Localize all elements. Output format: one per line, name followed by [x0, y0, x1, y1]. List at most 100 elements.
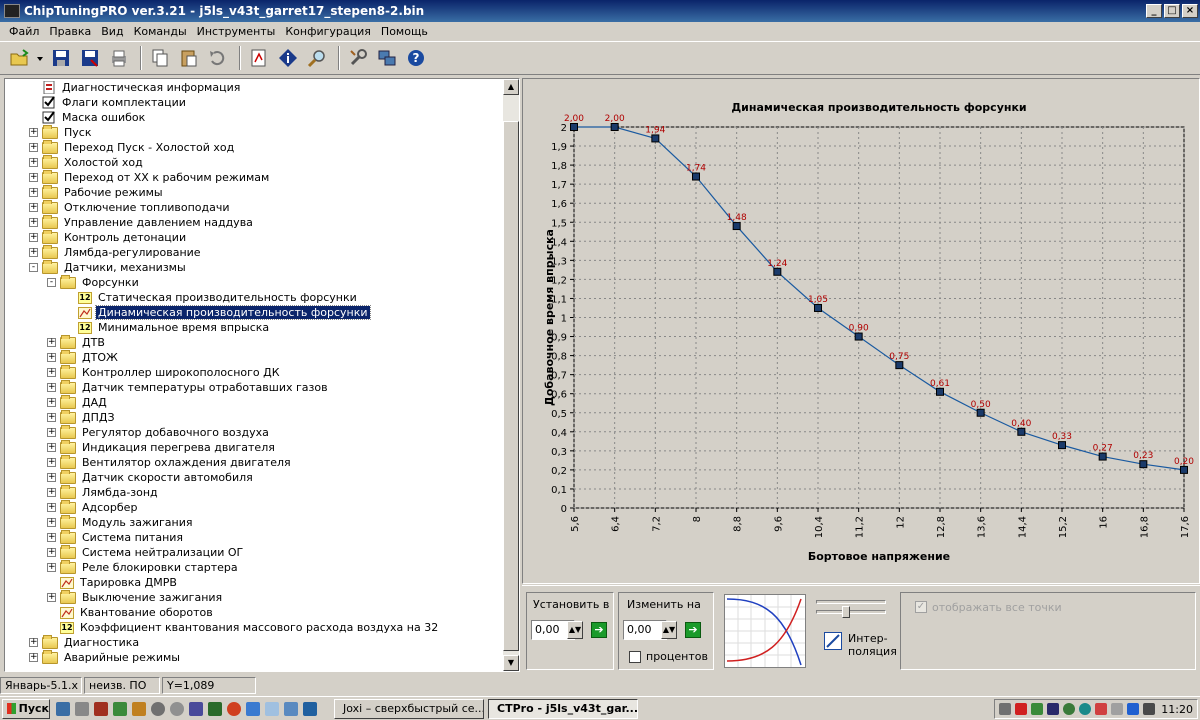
- paste-icon[interactable]: [176, 45, 202, 71]
- expand-icon[interactable]: +: [29, 158, 38, 167]
- start-button[interactable]: Пуск: [2, 698, 50, 719]
- app-icon[interactable]: [94, 701, 108, 716]
- interpolation-icon[interactable]: [824, 632, 842, 650]
- expand-icon[interactable]: +: [47, 473, 56, 482]
- help-icon[interactable]: ?: [403, 45, 429, 71]
- tray-icon[interactable]: [1047, 703, 1060, 715]
- tree-node[interactable]: + ДПДЗ: [47, 409, 117, 425]
- save-as-icon[interactable]: [77, 45, 103, 71]
- tree-node[interactable]: + ДАД: [47, 394, 109, 410]
- percent-checkbox[interactable]: [629, 651, 641, 663]
- tree-node[interactable]: + Контроллер широкополосного ДК: [47, 364, 282, 380]
- expand-icon[interactable]: +: [47, 548, 56, 557]
- expand-icon[interactable]: +: [47, 458, 56, 467]
- tree-node[interactable]: + Управление давлением наддува: [29, 214, 255, 230]
- tree-node[interactable]: + Система нейтрализации ОГ: [47, 544, 245, 560]
- menu-file[interactable]: Файл: [4, 25, 44, 38]
- smoothing-sliders[interactable]: [816, 596, 890, 626]
- tree-node[interactable]: 12 Минимальное время впрыска: [65, 320, 271, 335]
- copy-icon[interactable]: [147, 45, 173, 71]
- expand-icon[interactable]: +: [47, 413, 56, 422]
- tree-node[interactable]: + Датчик температуры отработавших газов: [47, 379, 330, 395]
- tray-icon[interactable]: [1079, 703, 1092, 715]
- search-icon[interactable]: [304, 45, 330, 71]
- slider-track[interactable]: [816, 600, 886, 604]
- expand-icon[interactable]: +: [29, 143, 38, 152]
- menu-commands[interactable]: Команды: [129, 25, 192, 38]
- expand-icon[interactable]: +: [29, 653, 38, 662]
- app-icon[interactable]: [113, 701, 127, 716]
- app-icon[interactable]: [284, 701, 298, 716]
- menu-help[interactable]: Помощь: [376, 25, 433, 38]
- tree-node[interactable]: + Рабочие режимы: [29, 184, 165, 200]
- explorer-icon[interactable]: [75, 701, 89, 716]
- scroll-up-button[interactable]: ▲: [503, 79, 519, 95]
- tree-node[interactable]: Квантование оборотов: [47, 605, 215, 620]
- tree-node[interactable]: + ДТОЖ: [47, 349, 120, 365]
- info-icon[interactable]: [275, 45, 301, 71]
- expand-icon[interactable]: +: [29, 203, 38, 212]
- tree-node[interactable]: - Датчики, механизмы: [29, 259, 188, 275]
- tree-node[interactable]: 12 Коэффициент квантования массового расх…: [47, 620, 440, 635]
- save-icon[interactable]: [48, 45, 74, 71]
- tree-node[interactable]: + Регулятор добавочного воздуха: [47, 424, 271, 440]
- network-icon[interactable]: [1143, 703, 1156, 715]
- set-value-apply-button[interactable]: ➔: [591, 622, 607, 638]
- tray-icon[interactable]: [1031, 703, 1044, 715]
- tree-node[interactable]: + Холостой ход: [29, 154, 145, 170]
- tree-node[interactable]: + Реле блокировки стартера: [47, 559, 240, 575]
- collapse-icon[interactable]: -: [29, 263, 38, 272]
- app-icon[interactable]: [208, 701, 222, 716]
- expand-icon[interactable]: +: [47, 563, 56, 572]
- tree-node[interactable]: + Система питания: [47, 529, 185, 545]
- tree-node[interactable]: 12 Статическая производительность форсунк…: [65, 290, 359, 305]
- tray-icon[interactable]: [1063, 703, 1076, 715]
- browser-icon[interactable]: [227, 701, 241, 716]
- app-icon[interactable]: [303, 701, 317, 716]
- app-icon[interactable]: [132, 701, 146, 716]
- tree-node[interactable]: + Аварийные режимы: [29, 649, 182, 665]
- expand-icon[interactable]: +: [29, 188, 38, 197]
- app-icon[interactable]: [265, 701, 279, 716]
- tree-node[interactable]: + Отключение топливоподачи: [29, 199, 232, 215]
- change-value-apply-button[interactable]: ➔: [685, 622, 701, 638]
- volume-icon[interactable]: [1111, 703, 1124, 715]
- taskbar-ctpro[interactable]: CTPro - j5ls_v43t_gar...: [488, 698, 638, 719]
- expand-icon[interactable]: +: [29, 248, 38, 257]
- minimize-button[interactable]: _: [1146, 4, 1162, 18]
- expand-icon[interactable]: +: [47, 398, 56, 407]
- slider-track[interactable]: [816, 610, 886, 614]
- close-button[interactable]: ×: [1182, 4, 1198, 18]
- menu-tools[interactable]: Инструменты: [192, 25, 281, 38]
- maximize-button[interactable]: □: [1164, 4, 1180, 18]
- tree-node[interactable]: Флаги комплектации: [29, 95, 188, 110]
- taskbar-joxi[interactable]: Joxi – сверхбыстрый се...: [334, 698, 484, 719]
- expand-icon[interactable]: +: [47, 338, 56, 347]
- tree-node[interactable]: + Адсорбер: [47, 499, 139, 515]
- tree-node[interactable]: + Вентилятор охлаждения двигателя: [47, 454, 293, 470]
- open-icon[interactable]: [6, 45, 32, 71]
- tree-node[interactable]: Динамическая производительность форсунки: [65, 305, 371, 320]
- tree-node[interactable]: + Модуль зажигания: [47, 514, 194, 530]
- chart-svg[interactable]: 00,10,20,30,40,50,60,70,80,911,11,21,31,…: [523, 79, 1199, 583]
- app-icon[interactable]: [151, 701, 165, 716]
- tree-node[interactable]: + Диагностика: [29, 634, 141, 650]
- expand-icon[interactable]: +: [47, 443, 56, 452]
- expand-icon[interactable]: +: [47, 428, 56, 437]
- change-value-spinner[interactable]: ▲▼: [661, 621, 677, 639]
- settings-icon[interactable]: [170, 701, 184, 716]
- tray-icon[interactable]: [1015, 703, 1028, 715]
- set-value-spinner[interactable]: ▲▼: [567, 621, 583, 639]
- expand-icon[interactable]: +: [29, 218, 38, 227]
- app-icon[interactable]: [246, 701, 260, 716]
- tools-icon[interactable]: [345, 45, 371, 71]
- scroll-thumb[interactable]: [503, 121, 519, 651]
- tree-node[interactable]: Маска ошибок: [29, 110, 147, 125]
- expand-icon[interactable]: +: [47, 503, 56, 512]
- tree-node[interactable]: + Датчик скорости автомобиля: [47, 469, 255, 485]
- tray-icon[interactable]: [1095, 703, 1108, 715]
- tree-node[interactable]: + Лямбда-зонд: [47, 484, 160, 500]
- desktop-icon[interactable]: [56, 701, 70, 716]
- tree-node[interactable]: + Лямбда-регулирование: [29, 244, 203, 260]
- dropdown-arrow-icon[interactable]: [35, 45, 45, 71]
